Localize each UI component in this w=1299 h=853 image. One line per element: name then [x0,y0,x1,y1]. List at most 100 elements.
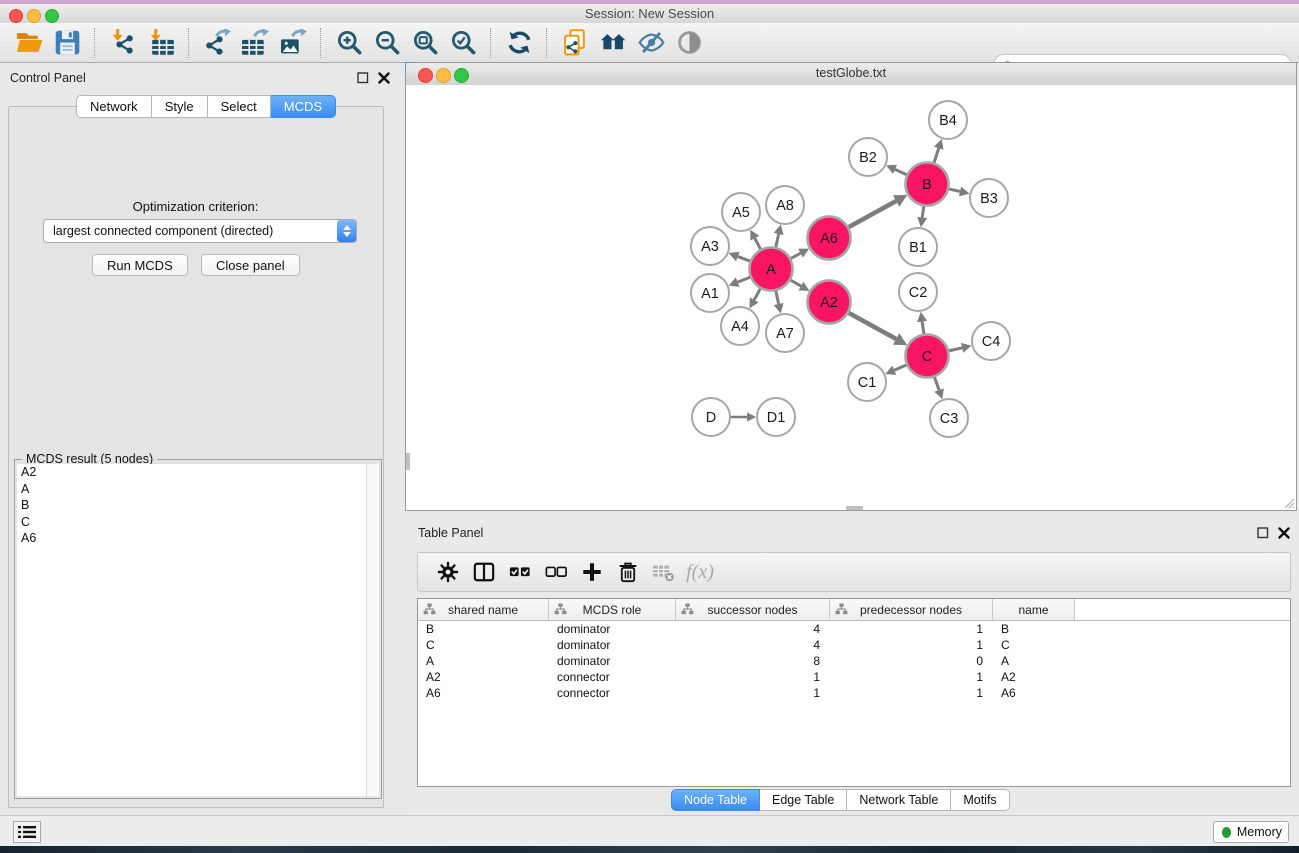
horizontal-scrollbar-thumb[interactable] [846,506,863,510]
mcds-result-scrollbar[interactable] [366,464,379,796]
mcds-result-item[interactable]: B [17,497,367,514]
control-panel-close-panel-icon[interactable] [378,72,390,84]
duplicate-network-button[interactable] [558,27,592,59]
graph-edge-B-B4[interactable] [934,148,939,162]
show-all-columns-button[interactable] [502,557,538,587]
graph-edge-A-A3[interactable] [738,256,750,261]
table-cell[interactable]: A [993,654,1075,668]
import-table-button[interactable] [144,27,178,59]
table-cell[interactable]: connector [549,686,676,700]
tab-motifs[interactable]: Motifs [951,789,1009,811]
table-row[interactable]: Adominator80A [418,653,1290,669]
save-session-button[interactable] [50,27,84,59]
graph-edge-C-C1[interactable] [894,365,906,370]
run-mcds-button[interactable]: Run MCDS [92,254,188,276]
zoom-in-button[interactable] [332,27,366,59]
graph-edge-B-B3[interactable] [949,189,960,192]
table-cell[interactable]: A6 [418,686,549,700]
table-row[interactable]: A2connector11A2 [418,669,1290,685]
table-cell[interactable]: connector [549,670,676,684]
optimization-criterion-select[interactable]: largest connected component (directed) [43,219,357,243]
table-cell[interactable]: 8 [676,654,830,668]
table-row[interactable]: Cdominator41C [418,637,1290,653]
zoom-selected-button[interactable] [446,27,480,59]
graph-edge-A-A2[interactable] [791,280,801,286]
column-header-MCDS-role[interactable]: MCDS role [549,599,676,620]
graph-edge-A-A4[interactable] [754,289,760,300]
table-panel-float-panel-icon[interactable] [1257,527,1269,539]
table-cell[interactable]: C [418,638,549,652]
hide-graphics-details-button[interactable] [634,27,668,59]
network-window-titlebar[interactable]: testGlobe.txt [406,63,1296,86]
graph-edge-C-C4[interactable] [949,348,962,351]
mcds-result-item[interactable]: A [17,481,367,498]
graph-edge-C-C2[interactable] [922,321,924,333]
network-overview-button[interactable] [596,27,630,59]
close-panel-button[interactable]: Close panel [201,254,300,276]
column-header-successor-nodes[interactable]: successor nodes [676,599,830,620]
table-cell[interactable]: 1 [830,622,993,636]
open-session-button[interactable] [12,27,46,59]
resize-grip[interactable] [1282,496,1295,509]
graph-edge-A6-B[interactable] [849,201,896,227]
table-cell[interactable]: dominator [549,638,676,652]
graph-edge-B-B1[interactable] [922,206,924,217]
add-column-button[interactable] [574,557,610,587]
zoom-out-button[interactable] [370,27,404,59]
vertical-scrollbar-thumb[interactable] [406,453,410,470]
graph-edge-A-A6[interactable] [791,253,801,258]
tab-style[interactable]: Style [152,95,208,118]
export-image-button[interactable] [276,27,310,59]
split-columns-button[interactable] [466,557,502,587]
table-cell[interactable]: 4 [676,622,830,636]
tab-network[interactable]: Network [76,95,152,118]
table-row[interactable]: A6connector11A6 [418,685,1290,701]
graph-edge-B-B2[interactable] [895,169,907,174]
zoom-fit-button[interactable] [408,27,442,59]
table-cell[interactable]: 1 [676,670,830,684]
table-settings-button[interactable] [430,557,466,587]
table-cell[interactable]: A [418,654,549,668]
tab-select[interactable]: Select [208,95,271,118]
panel-chooser-button[interactable] [13,821,41,843]
table-row[interactable]: Bdominator41B [418,621,1290,637]
network-canvas[interactable]: B4B2BB3A5A8A6B1A3AC2A1A2A4A7C4CC1C3DD1 [406,85,1296,510]
table-cell[interactable]: 1 [676,686,830,700]
tab-node-table[interactable]: Node Table [671,789,760,811]
export-table-button[interactable] [238,27,272,59]
table-cell[interactable]: C [993,638,1075,652]
table-cell[interactable]: dominator [549,622,676,636]
table-cell[interactable]: 4 [676,638,830,652]
table-cell[interactable]: 1 [830,638,993,652]
tab-network-table[interactable]: Network Table [847,789,951,811]
tab-edge-table[interactable]: Edge Table [760,789,847,811]
import-network-button[interactable] [106,27,140,59]
mcds-result-item[interactable]: C [17,514,367,531]
table-cell[interactable]: 1 [830,670,993,684]
graph-edge-A-A1[interactable] [738,277,750,282]
hide-all-columns-button[interactable] [538,557,574,587]
column-header-shared-name[interactable]: shared name [418,599,549,620]
graph-edge-A2-C[interactable] [849,313,896,339]
export-network-button[interactable] [200,27,234,59]
control-panel-float-panel-icon[interactable] [357,72,369,84]
memory-button[interactable]: Memory [1213,821,1289,843]
table-cell[interactable]: B [418,622,549,636]
graph-edge-A-A7[interactable] [776,291,779,304]
tab-mcds[interactable]: MCDS [271,95,336,118]
refresh-layout-button[interactable] [502,27,536,59]
delete-columns-button[interactable] [610,557,646,587]
table-panel-close-panel-icon[interactable] [1278,527,1290,539]
show-graphics-details-button[interactable] [672,27,706,59]
table-cell[interactable]: dominator [549,654,676,668]
mcds-result-item[interactable]: A6 [17,530,367,547]
graph-edge-A-A5[interactable] [755,238,761,249]
table-cell[interactable]: A2 [418,670,549,684]
table-cell[interactable]: A6 [993,686,1075,700]
column-header-name[interactable]: name [993,599,1075,620]
table-cell[interactable]: B [993,622,1075,636]
mcds-result-item[interactable]: A2 [17,464,367,481]
column-header-predecessor-nodes[interactable]: predecessor nodes [830,599,993,620]
table-cell[interactable]: 0 [830,654,993,668]
graph-edge-A-A8[interactable] [776,234,779,247]
